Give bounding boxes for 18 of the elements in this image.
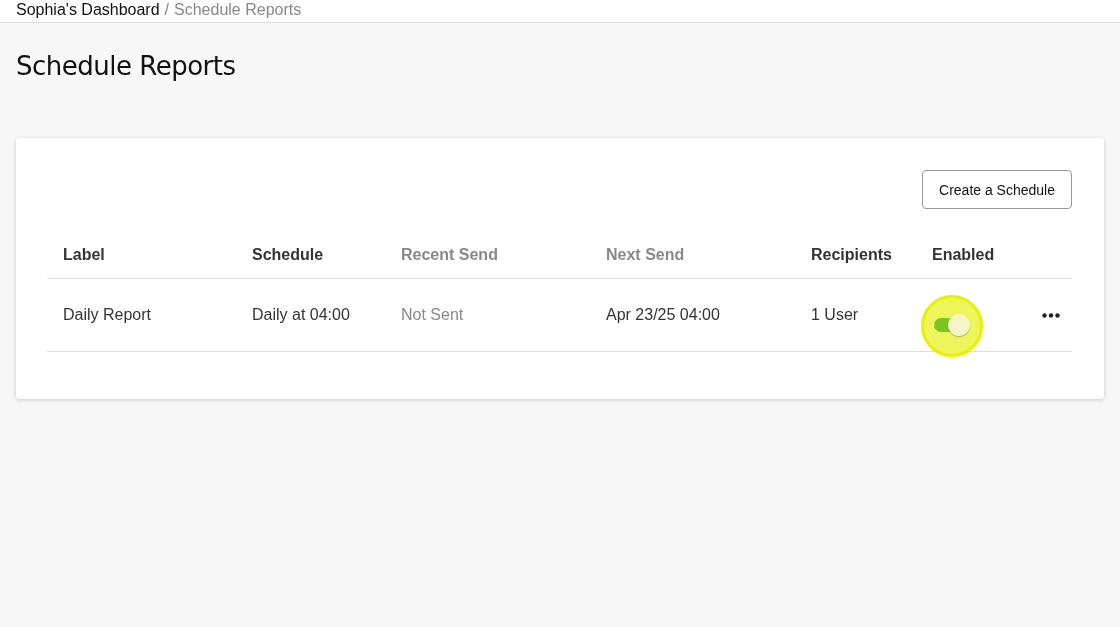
table-cell-text: 1 User (810, 306, 860, 324)
breadcrumb-link[interactable]: Sophia's Dashboard (16, 1, 160, 19)
table-cell-text: Apr 23/25 04:00 (605, 306, 721, 324)
column-header: Recipients (810, 245, 893, 264)
table-cell-text: Daily at 04:00 (251, 306, 351, 324)
column-header: Label (62, 245, 106, 264)
more-options-icon[interactable] (1040, 310, 1062, 320)
column-header: Next Send (605, 245, 686, 264)
breadcrumb-separator: / (164, 1, 170, 19)
column-header: Recent Send (400, 245, 499, 264)
column-header: Enabled (931, 245, 996, 264)
breadcrumb-current: Schedule Reports (174, 1, 302, 19)
table-cell-text: Daily Report (62, 306, 153, 324)
table-cell-text: Not Sent (400, 306, 465, 324)
column-header: Schedule (251, 245, 325, 264)
create-schedule-button[interactable]: Create a Schedule (922, 170, 1072, 209)
page-title: Schedule Reports (16, 50, 237, 83)
enabled-toggle[interactable] (932, 313, 972, 337)
